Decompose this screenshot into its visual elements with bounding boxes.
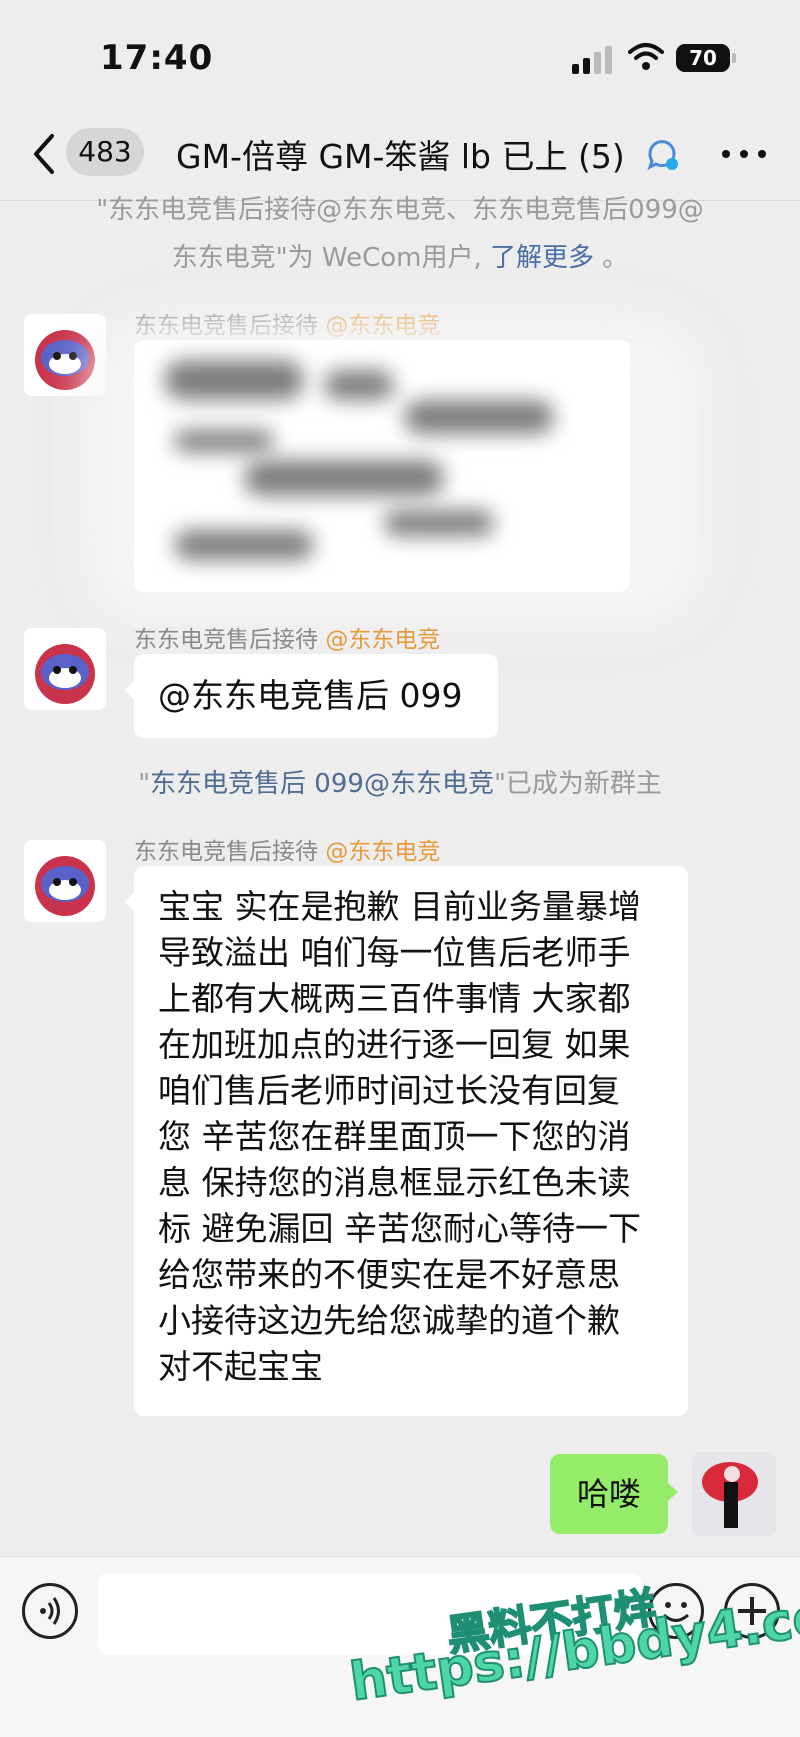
blurred-image-message[interactable] bbox=[134, 340, 630, 592]
back-chevron-icon[interactable] bbox=[30, 132, 60, 176]
sender-label: 东东电竞售后接待 bbox=[134, 839, 318, 865]
chat-title[interactable]: GM-倍尊 GM-笨酱 lb 已上 (5) bbox=[176, 130, 625, 178]
more-icon[interactable] bbox=[722, 150, 766, 160]
status-bar: 17:40 70 bbox=[0, 0, 800, 110]
avatar[interactable] bbox=[24, 840, 106, 922]
system-notice-line1: "东东电竞售后接待@东东电竞、东东电竞售后099@ bbox=[96, 195, 704, 225]
corp-tag: @东东电竞 bbox=[325, 839, 441, 865]
wifi-icon bbox=[628, 43, 664, 70]
status-time: 17:40 bbox=[100, 38, 214, 78]
sender-label: 东东电竞售后接待 bbox=[134, 627, 318, 653]
avatar[interactable] bbox=[24, 628, 106, 710]
message-bubble[interactable]: 宝宝 实在是抱歉 目前业务量暴增 导致溢出 咱们每一位售后老师手 上都有大概两三… bbox=[124, 866, 688, 1416]
system-notice-wecom: "东东电竞售后接待@东东电竞、东东电竞售后099@ 东东电竞"为 WeCom用户… bbox=[0, 186, 800, 282]
system-notice-end: 。 bbox=[602, 243, 629, 273]
sender-name: 东东电竞售后接待 @东东电竞 bbox=[134, 620, 440, 654]
corp-tag: @东东电竞 bbox=[325, 627, 441, 653]
group-chat-icon bbox=[647, 140, 678, 170]
system-notice-text: 东东电竞"为 WeCom用户, bbox=[171, 243, 482, 273]
learn-more-link[interactable]: 了解更多 bbox=[490, 243, 594, 273]
new-owner-text: "已成为新群主 bbox=[493, 769, 662, 799]
system-notice-new-owner: "东东电竞售后 099@东东电竞"已成为新群主 bbox=[0, 760, 800, 808]
my-message-bubble[interactable]: 哈喽 bbox=[550, 1454, 678, 1534]
quote-open: " bbox=[138, 769, 151, 799]
signal-icon bbox=[572, 46, 614, 74]
battery-tip bbox=[732, 53, 736, 63]
sender-name: 东东电竞售后接待 @东东电竞 bbox=[134, 832, 440, 866]
system-notice-line2: 东东电竞"为 WeCom用户, 了解更多 。 bbox=[0, 234, 800, 282]
battery-icon: 70 bbox=[676, 44, 730, 72]
my-avatar[interactable] bbox=[692, 1452, 776, 1536]
message-text: @东东电竞售后 099 bbox=[158, 676, 463, 715]
my-message-text: 哈喽 bbox=[576, 1475, 641, 1513]
voice-icon[interactable] bbox=[22, 1583, 78, 1639]
new-owner-name[interactable]: 东东电竞售后 099@东东电竞 bbox=[150, 769, 494, 799]
message-bubble[interactable]: @东东电竞售后 099 bbox=[124, 654, 498, 738]
unread-count-badge[interactable]: 483 bbox=[66, 128, 144, 176]
message-text: 宝宝 实在是抱歉 目前业务量暴增 导致溢出 咱们每一位售后老师手 上都有大概两三… bbox=[158, 887, 641, 1386]
